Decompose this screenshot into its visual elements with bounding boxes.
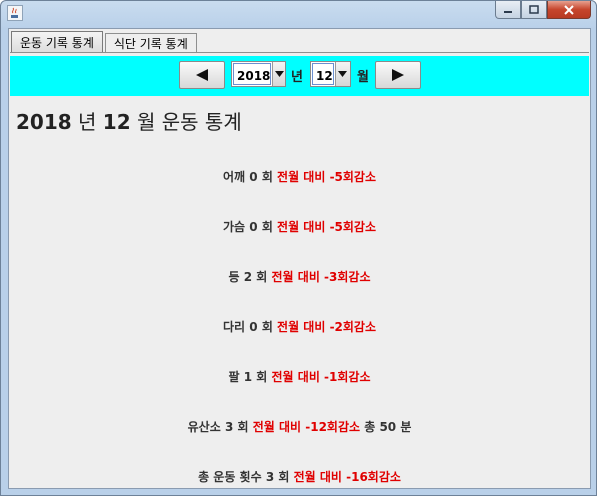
exercise-stats-panel: 2018 년 12 월 2018 년 12 월 운동 통계 어깨 0 회 전월 …	[10, 52, 589, 488]
chevron-down-icon[interactable]	[334, 62, 350, 86]
stat-compare: 전월 대비 -5회감소	[277, 220, 377, 234]
tab-exercise-stats[interactable]: 운동 기록 통계	[11, 31, 103, 53]
year-suffix-label: 년	[291, 70, 303, 85]
stat-count: 3	[265, 470, 275, 484]
stat-count: 0	[249, 220, 258, 234]
stat-compare: 전월 대비 -16회감소	[293, 470, 401, 484]
stat-name: 어깨	[222, 170, 246, 184]
stat-unit: 회	[261, 320, 273, 334]
stat-row-cardio: 유산소 3 회 전월 대비 -12회감소 총 50 분	[10, 418, 589, 435]
stat-unit: 회	[261, 170, 273, 184]
heading-month: 12	[102, 110, 131, 134]
chevron-down-icon[interactable]	[272, 62, 285, 86]
stat-row-arms: 팔 1 회 전월 대비 -1회감소	[10, 368, 589, 385]
heading-month-word: 월	[137, 110, 156, 134]
page-title: 2018 년 12 월 운동 통계	[16, 106, 242, 135]
maximize-icon	[529, 5, 539, 14]
stat-name: 다리	[222, 320, 246, 334]
close-icon	[564, 4, 574, 15]
stat-count: 0	[249, 320, 258, 334]
stat-row-chest: 가슴 0 회 전월 대비 -5회감소	[10, 218, 589, 235]
month-select-value: 12	[312, 63, 334, 85]
stat-unit: 회	[261, 220, 273, 234]
heading-year-word: 년	[78, 110, 97, 134]
title-bar[interactable]	[1, 1, 596, 27]
stat-count: 3	[224, 420, 234, 434]
right-triangle-icon	[392, 69, 404, 81]
stat-compare: 전월 대비 -2회감소	[277, 320, 377, 334]
stat-unit: 회	[278, 470, 290, 484]
stat-compare: 전월 대비 -1회감소	[271, 370, 371, 384]
client-area: 운동 기록 통계 식단 기록 통계 2018 년 12 월 2018 년 12 …	[8, 28, 591, 489]
left-triangle-icon	[196, 69, 208, 81]
stat-count: 1	[243, 370, 253, 384]
stat-name: 총 운동 횟수	[198, 470, 262, 484]
stat-count: 0	[249, 170, 258, 184]
stat-name: 팔	[228, 370, 240, 384]
stat-row-legs: 다리 0 회 전월 대비 -2회감소	[10, 318, 589, 335]
close-button[interactable]	[547, 1, 591, 19]
month-navigation-bar: 2018 년 12 월	[10, 56, 589, 96]
stat-name: 가슴	[222, 220, 246, 234]
heading-title: 운동 통계	[161, 110, 242, 134]
stat-compare: 전월 대비 -5회감소	[277, 170, 377, 184]
stat-unit: 회	[256, 370, 268, 384]
prev-month-button[interactable]	[179, 61, 225, 89]
stat-row-shoulder: 어깨 0 회 전월 대비 -5회감소	[10, 168, 589, 185]
minimize-button[interactable]	[495, 1, 521, 19]
next-month-button[interactable]	[375, 61, 421, 89]
stat-name: 등	[228, 270, 244, 284]
year-select-value: 2018	[233, 63, 272, 85]
stat-extra: 총 50 분	[364, 420, 412, 434]
heading-year: 2018	[16, 110, 72, 134]
minimize-icon	[504, 10, 512, 13]
stat-row-total: 총 운동 횟수 3 회 전월 대비 -16회감소	[10, 468, 589, 485]
month-select[interactable]: 12	[310, 61, 351, 87]
year-select[interactable]: 2018	[231, 61, 286, 87]
stat-count: 2	[243, 270, 253, 284]
stat-name: 유산소	[187, 420, 221, 434]
stat-unit: 회	[256, 270, 268, 284]
app-window: 운동 기록 통계 식단 기록 통계 2018 년 12 월 2018 년 12 …	[0, 0, 597, 496]
month-suffix-label: 월	[357, 70, 369, 85]
maximize-button[interactable]	[521, 1, 547, 19]
stat-unit: 회	[237, 420, 249, 434]
stat-row-back: 등 2 회 전월 대비 -3회감소	[10, 268, 589, 285]
stat-compare: 전월 대비 -3회감소	[271, 270, 371, 284]
tab-strip: 운동 기록 통계 식단 기록 통계	[11, 31, 199, 53]
tab-diet-stats[interactable]: 식단 기록 통계	[104, 33, 197, 53]
java-app-icon	[7, 5, 23, 21]
stat-compare: 전월 대비 -12회감소	[252, 420, 361, 434]
